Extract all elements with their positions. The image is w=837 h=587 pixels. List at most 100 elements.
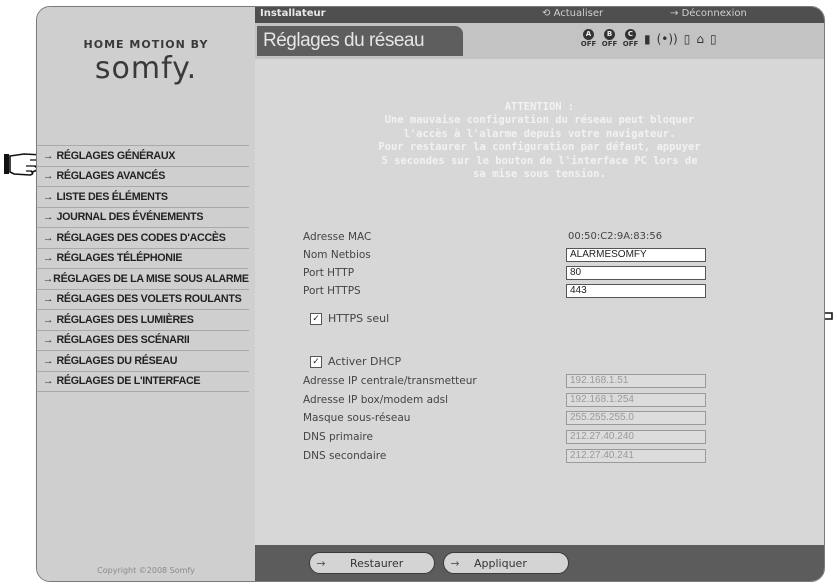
sidebar-item-scenarios[interactable]: → RÉGLAGES DES SCÉNARII bbox=[37, 329, 249, 351]
arrow-right-icon: → bbox=[42, 313, 54, 326]
main-content: ATTENTION : Une mauvaise configuration d… bbox=[255, 59, 824, 545]
sidebar-item-general[interactable]: → RÉGLAGES GÉNÉRAUX bbox=[37, 145, 249, 166]
http-port-label: Port HTTP bbox=[303, 267, 355, 279]
sidebar-item-label: RÉGLAGES DE L'INTERFACE bbox=[56, 375, 201, 388]
sidebar-item-events[interactable]: → JOURNAL DES ÉVÉNEMENTS bbox=[37, 206, 249, 228]
zone-b-status: B OFF bbox=[602, 29, 617, 49]
apply-button[interactable]: → Appliquer bbox=[443, 552, 569, 574]
arrow-right-icon: → bbox=[450, 556, 460, 570]
warning-message: ATTENTION : Une mauvaise configuration d… bbox=[255, 101, 824, 181]
arrow-right-icon: → bbox=[42, 334, 54, 347]
arrow-right-icon: → bbox=[42, 293, 54, 306]
dhcp-row: ✓ Activer DHCP bbox=[310, 355, 401, 368]
arrow-right-icon: → bbox=[42, 354, 54, 367]
arrow-right-icon: → bbox=[42, 211, 54, 224]
https-only-label: HTTPS seul bbox=[328, 312, 390, 325]
https-only-row: ✓ HTTPS seul bbox=[310, 312, 389, 325]
top-bar: Installateur ⟲ Actualiser → Déconnexion bbox=[255, 7, 824, 23]
sidebar-item-label: RÉGLAGES DES CODES D'ACCÈS bbox=[56, 231, 226, 244]
dns-primary-label: DNS primaire bbox=[303, 431, 373, 443]
sidebar-item-label: RÉGLAGES DE LA MISE SOUS ALARME bbox=[53, 272, 249, 285]
zone-letter: A bbox=[583, 29, 594, 40]
sidebar-item-telephony[interactable]: → RÉGLAGES TÉLÉPHONIE bbox=[37, 247, 249, 269]
arrow-right-icon: → bbox=[42, 252, 54, 265]
ip-box-input[interactable]: 192.168.1.254 bbox=[566, 393, 706, 407]
battery-icon: ▮ bbox=[644, 32, 651, 46]
mac-label: Adresse MAC bbox=[303, 231, 372, 243]
sidebar-item-shutters[interactable]: → RÉGLAGES DES VOLETS ROULANTS bbox=[37, 288, 249, 310]
refresh-link[interactable]: ⟲ Actualiser bbox=[542, 8, 603, 19]
https-only-checkbox[interactable]: ✓ bbox=[310, 312, 322, 325]
sidebar-item-label: RÉGLAGES DES VOLETS ROULANTS bbox=[56, 293, 242, 306]
zone-letter: C bbox=[625, 29, 636, 40]
footer-bar: → Restaurer → Appliquer bbox=[255, 545, 824, 581]
apply-label: Appliquer bbox=[474, 556, 527, 570]
sidebar-item-label: RÉGLAGES DES LUMIÈRES bbox=[56, 313, 194, 326]
dns-secondary-input[interactable]: 212.27.40.241 bbox=[566, 449, 706, 463]
somfy-logo: somfy. bbox=[94, 51, 198, 86]
warning-line: sa mise sous tension. bbox=[473, 168, 606, 181]
restore-label: Restaurer bbox=[350, 556, 404, 570]
app-window: HOME MOTION BY somfy. → RÉGLAGES GÉNÉRAUX… bbox=[36, 6, 825, 582]
warning-line: Pour restaurer la configuration par défa… bbox=[378, 141, 701, 154]
ip-box-label: Adresse IP box/modem adsl bbox=[303, 394, 449, 406]
zone-state: OFF bbox=[622, 40, 639, 48]
door-icon: ▯ bbox=[683, 32, 691, 46]
zone-state: OFF bbox=[601, 40, 618, 48]
sidebar-item-label: RÉGLAGES TÉLÉPHONIE bbox=[56, 252, 183, 265]
zone-c-status: C OFF bbox=[623, 29, 638, 49]
zone-a-status: A OFF bbox=[581, 29, 596, 49]
netbios-label: Nom Netbios bbox=[303, 249, 371, 261]
sidebar-item-label: RÉGLAGES DES SCÉNARII bbox=[56, 334, 190, 347]
https-port-input[interactable]: 443 bbox=[566, 284, 706, 298]
arrow-right-icon: → bbox=[42, 375, 54, 388]
zone-letter: B bbox=[604, 29, 615, 40]
brand-tagline: HOME MOTION BY bbox=[83, 38, 209, 51]
http-port-input[interactable]: 80 bbox=[566, 266, 706, 280]
copyright: Copyright ©2008 Somfy bbox=[97, 566, 195, 575]
radio-signal-icon: (•)) bbox=[656, 32, 678, 46]
warning-title: ATTENTION : bbox=[504, 101, 575, 113]
sidebar-item-network[interactable]: → RÉGLAGES DU RÉSEAU bbox=[37, 350, 249, 371]
sidebar-item-elements[interactable]: → LISTE DES ÉLÉMENTS bbox=[37, 186, 249, 207]
sidebar-item-arming[interactable]: → RÉGLAGES DE LA MISE SOUS ALARME bbox=[37, 268, 249, 289]
dhcp-label: Activer DHCP bbox=[328, 355, 402, 368]
refresh-icon: ⟲ bbox=[542, 8, 554, 19]
ip-central-label: Adresse IP centrale/transmetteur bbox=[303, 375, 477, 387]
sidebar: HOME MOTION BY somfy. → RÉGLAGES GÉNÉRAUX… bbox=[37, 7, 255, 581]
arrow-right-icon: → bbox=[42, 149, 54, 162]
page-title: Réglages du réseau bbox=[257, 26, 463, 56]
sidebar-item-label: JOURNAL DES ÉVÉNEMENTS bbox=[56, 211, 204, 224]
arrow-right-icon: → bbox=[42, 231, 54, 244]
zone-state: OFF bbox=[580, 40, 597, 48]
status-icons: A OFF B OFF C OFF ▮ (•)) ▯ ⌂ ▯ bbox=[581, 29, 717, 49]
sidebar-item-label: LISTE DES ÉLÉMENTS bbox=[56, 190, 168, 203]
netbios-input[interactable]: ALARMESOMFY bbox=[566, 248, 706, 262]
arrow-right-icon: → bbox=[42, 170, 54, 183]
mac-value: 00:50:C2:9A:83:56 bbox=[568, 231, 663, 242]
https-port-label: Port HTTPS bbox=[303, 285, 361, 297]
logout-link[interactable]: → Déconnexion bbox=[670, 8, 747, 19]
subnet-mask-label: Masque sous-réseau bbox=[303, 412, 411, 424]
logout-label: Déconnexion bbox=[681, 8, 747, 19]
sidebar-item-label: RÉGLAGES DU RÉSEAU bbox=[56, 354, 178, 367]
dns-primary-input[interactable]: 212.27.40.240 bbox=[566, 430, 706, 444]
dns-secondary-label: DNS secondaire bbox=[303, 450, 387, 462]
page-header: Réglages du réseau A OFF B OFF C OFF ▮ (•))… bbox=[255, 23, 824, 59]
ip-central-input[interactable]: 192.168.1.51 bbox=[566, 374, 706, 388]
sidebar-item-lights[interactable]: → RÉGLAGES DES LUMIÈRES bbox=[37, 309, 249, 330]
arrow-right-icon: → bbox=[42, 272, 54, 285]
sidebar-item-access-codes[interactable]: → RÉGLAGES DES CODES D'ACCÈS bbox=[37, 227, 249, 248]
plug-icon: ▯ bbox=[709, 32, 717, 46]
subnet-mask-input[interactable]: 255.255.255.0 bbox=[566, 411, 706, 425]
sidebar-item-interface[interactable]: → RÉGLAGES DE L'INTERFACE bbox=[37, 370, 249, 392]
sidebar-item-label: RÉGLAGES AVANCÉS bbox=[56, 170, 166, 183]
warning-line: 5 secondes sur le bouton de l'interface … bbox=[381, 154, 698, 167]
sidebar-item-advanced[interactable]: → RÉGLAGES AVANCÉS bbox=[37, 165, 249, 187]
arrow-right-icon: → bbox=[670, 8, 682, 19]
restore-button[interactable]: → Restaurer bbox=[309, 552, 435, 574]
sidebar-item-label: RÉGLAGES GÉNÉRAUX bbox=[56, 149, 176, 162]
dhcp-checkbox[interactable]: ✓ bbox=[310, 355, 322, 368]
user-role: Installateur bbox=[260, 8, 326, 19]
arrow-right-icon: → bbox=[42, 190, 54, 203]
